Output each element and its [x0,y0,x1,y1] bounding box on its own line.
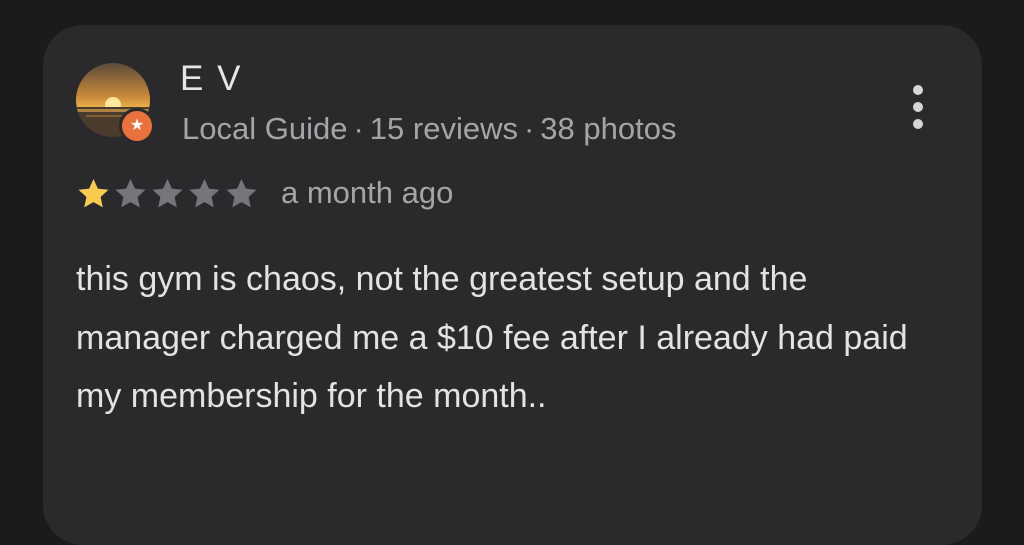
star-filled-icon [76,177,111,210]
star-empty-icon [224,177,259,210]
review-time: a month ago [281,175,454,210]
author-role: Local Guide [182,111,348,146]
more-vert-icon-dot [913,119,923,129]
star-empty-icon [113,177,148,210]
more-vert-icon [913,85,923,95]
meta-separator: · [353,111,364,146]
review-count: 15 reviews [369,111,518,146]
rating-row: a month ago [76,173,453,213]
author-name[interactable]: E V [180,59,242,99]
author-meta: Local Guide · 15 reviews · 38 photos [182,111,676,147]
star-empty-icon [150,177,185,210]
star-rating [76,177,259,210]
more-options-button[interactable] [895,79,941,135]
review-card: ★ E V Local Guide · 15 reviews · 38 photos a… [43,25,982,545]
meta-separator: · [523,111,535,146]
review-text: this gym is chaos, not the greatest setu… [76,260,908,415]
local-guide-star-icon: ★ [119,108,155,144]
star-empty-icon [187,177,222,210]
more-vert-icon-dot [913,102,923,112]
photo-count: 38 photos [540,111,677,146]
